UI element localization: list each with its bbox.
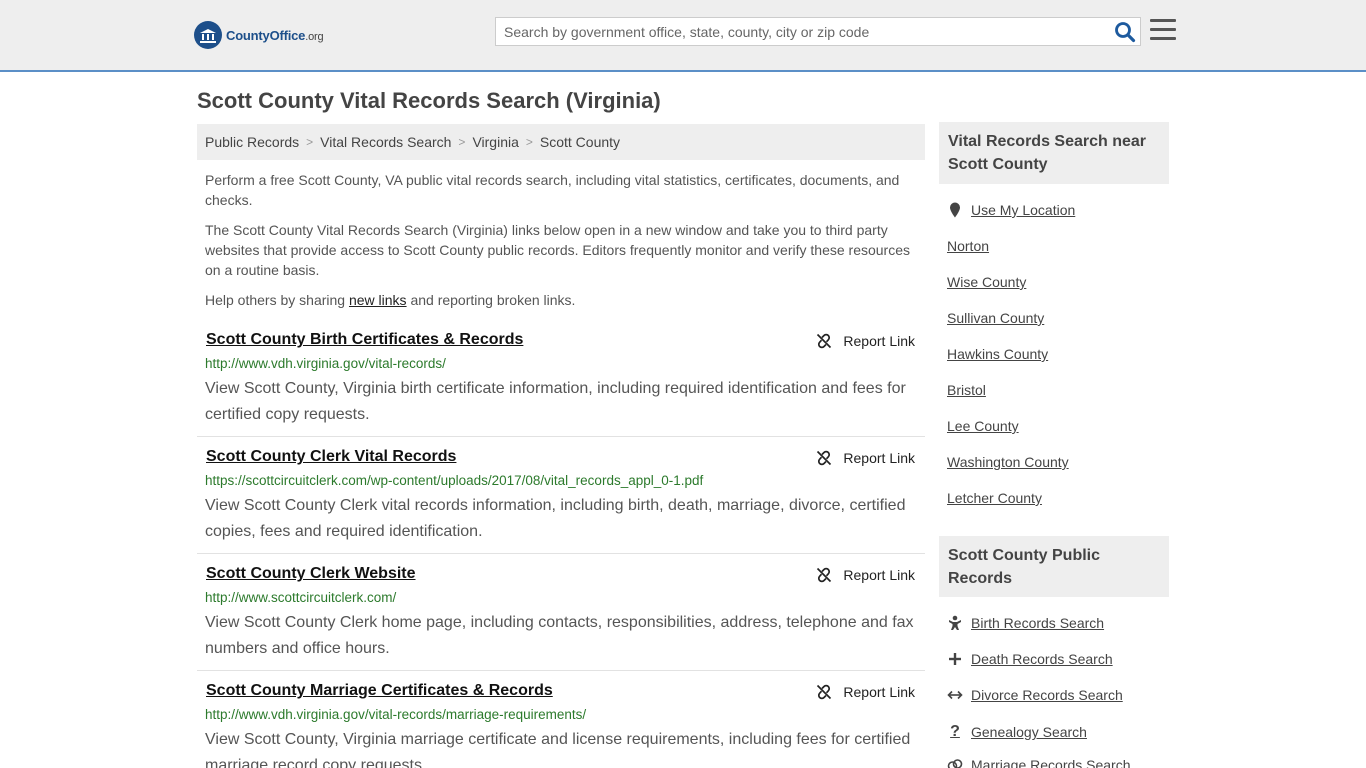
site-header: CountyOffice.org — [0, 0, 1366, 72]
result-item: Scott County Birth Certificates & Record… — [197, 331, 925, 437]
result-item: Scott County Clerk Vital Records Report … — [197, 448, 925, 554]
breadcrumb-vital-records[interactable]: Vital Records Search — [320, 134, 451, 150]
search-input[interactable] — [496, 18, 1096, 45]
result-description: View Scott County Clerk vital records in… — [205, 497, 906, 540]
site-logo[interactable]: CountyOffice.org — [194, 21, 324, 49]
logo-emblem-icon — [194, 21, 222, 49]
report-link-button[interactable]: Report Link — [816, 333, 915, 349]
birth-records-search-link[interactable]: Birth Records Search — [947, 615, 1104, 631]
death-records-search-link[interactable]: Death Records Search — [947, 651, 1113, 667]
broken-link-icon — [817, 450, 832, 466]
cross-icon — [947, 652, 963, 666]
result-title-link[interactable]: Scott County Birth Certificates & Record… — [206, 331, 523, 349]
result-url: https://scottcircuitclerk.com/wp-content… — [205, 473, 704, 488]
search-icon — [1115, 22, 1136, 43]
intro-paragraph-3: Help others by sharing new links and rep… — [205, 292, 576, 308]
intro-paragraph-1: Perform a free Scott County, VA public v… — [205, 172, 900, 208]
breadcrumb: Public Records > Vital Records Search > … — [197, 124, 925, 160]
result-url: http://www.vdh.virginia.gov/vital-record… — [205, 707, 587, 722]
breadcrumb-separator: > — [525, 135, 533, 149]
intro-paragraph-2: The Scott County Vital Records Search (V… — [205, 222, 911, 278]
divorce-records-search-link[interactable]: Divorce Records Search — [947, 687, 1123, 703]
breadcrumb-public-records[interactable]: Public Records — [205, 134, 299, 150]
result-title-link[interactable]: Scott County Clerk Vital Records — [206, 448, 456, 466]
breadcrumb-scott-county[interactable]: Scott County — [540, 134, 620, 150]
broken-link-icon — [817, 333, 832, 349]
nearby-link-hawkins-county[interactable]: Hawkins County — [947, 346, 1048, 362]
nearby-link-norton[interactable]: Norton — [947, 238, 989, 254]
result-title-link[interactable]: Scott County Marriage Certificates & Rec… — [206, 682, 553, 700]
report-link-button[interactable]: Report Link — [816, 450, 915, 466]
nearby-link-letcher-county[interactable]: Letcher County — [947, 490, 1042, 506]
breadcrumb-separator: > — [306, 135, 314, 149]
nearby-link-washington-county[interactable]: Washington County — [947, 454, 1069, 470]
result-description: View Scott County Clerk home page, inclu… — [205, 614, 914, 657]
breadcrumb-separator: > — [458, 135, 466, 149]
page-title: Scott County Vital Records Search (Virgi… — [197, 88, 661, 113]
logo-text: CountyOffice.org — [226, 27, 324, 43]
sidebar-public-records-heading: Scott County Public Records — [939, 536, 1169, 597]
sidebar-nearby-heading: Vital Records Search near Scott County — [939, 122, 1169, 184]
nearby-link-sullivan-county[interactable]: Sullivan County — [947, 310, 1044, 326]
nearby-link-wise-county[interactable]: Wise County — [947, 274, 1026, 290]
genealogy-search-link[interactable]: ? Genealogy Search — [947, 723, 1087, 741]
marriage-records-search-link[interactable]: Marriage Records Search — [947, 757, 1131, 768]
result-item: Scott County Marriage Certificates & Rec… — [197, 682, 925, 768]
result-description: View Scott County, Virginia marriage cer… — [205, 731, 911, 768]
rings-icon — [947, 758, 963, 768]
result-title-link[interactable]: Scott County Clerk Website — [206, 565, 416, 583]
search-button[interactable] — [1114, 21, 1136, 43]
use-my-location-link[interactable]: Use My Location — [947, 202, 1075, 218]
question-icon: ? — [950, 723, 960, 740]
breadcrumb-virginia[interactable]: Virginia — [472, 134, 518, 150]
split-arrows-icon — [947, 689, 963, 701]
result-url: http://www.vdh.virginia.gov/vital-record… — [205, 356, 446, 371]
result-description: View Scott County, Virginia birth certif… — [205, 380, 906, 423]
search-box — [495, 17, 1141, 46]
broken-link-icon — [817, 684, 832, 700]
report-link-button[interactable]: Report Link — [816, 684, 915, 700]
broken-link-icon — [817, 567, 832, 583]
nearby-link-bristol[interactable]: Bristol — [947, 382, 986, 398]
nearby-link-lee-county[interactable]: Lee County — [947, 418, 1019, 434]
result-url: http://www.scottcircuitclerk.com/ — [205, 590, 397, 605]
baby-icon — [947, 615, 963, 631]
map-pin-icon — [947, 202, 963, 218]
report-link-button[interactable]: Report Link — [816, 567, 915, 583]
result-item: Scott County Clerk Website Report Link h… — [197, 565, 925, 671]
hamburger-menu-icon[interactable] — [1150, 19, 1176, 43]
new-links-link[interactable]: new links — [349, 292, 407, 308]
